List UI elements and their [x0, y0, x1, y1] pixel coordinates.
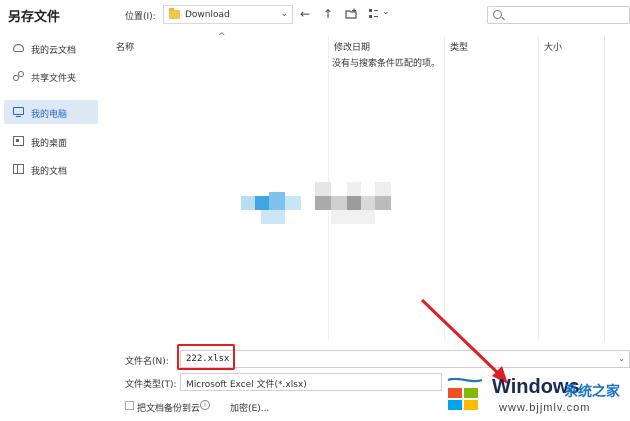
sidebar-item-my-documents[interactable]: 我的文档 [4, 157, 98, 181]
new-folder-button[interactable] [343, 5, 359, 23]
windows-logo-icon [447, 378, 483, 410]
watermark-url: www.bjjmlv.com [499, 402, 591, 414]
sidebar-item-label: 共享文件夹 [31, 74, 77, 84]
up-button[interactable]: ↑ [320, 5, 336, 23]
backup-to-cloud-label: 把文档备份到云 [137, 404, 201, 414]
filename-highlight-box [177, 344, 235, 370]
arrow-left-icon: ← [299, 7, 311, 21]
sidebar-item-label: 我的云文档 [31, 46, 77, 56]
vertical-scrollbar[interactable] [604, 36, 605, 341]
back-button[interactable]: ← [297, 5, 313, 23]
computer-icon [13, 107, 24, 118]
sidebar-item-my-computer[interactable]: 我的电脑 [4, 100, 98, 124]
view-mode-button[interactable]: ⌄ [368, 6, 392, 22]
chevron-down-icon[interactable]: ⌄ [618, 354, 625, 363]
encrypt-link[interactable]: 加密(E)... [230, 401, 269, 414]
sidebar: 我的云文档 共享文件夹 我的电脑 我的桌面 我的文档 [0, 32, 105, 421]
column-separator [538, 36, 539, 341]
share-icon [13, 71, 24, 81]
chevron-down-icon: ⌄ [382, 7, 390, 17]
list-view-icon [369, 9, 378, 18]
sort-ascending-icon: ^ [218, 32, 226, 42]
column-separator [444, 36, 445, 341]
blurred-loading-graphic [241, 182, 391, 224]
sidebar-item-label: 我的桌面 [31, 139, 68, 149]
dialog-title: 另存文件 [8, 10, 61, 25]
sidebar-item-label: 我的文档 [31, 167, 68, 177]
empty-message: 没有与搜索条件匹配的项。 [332, 59, 441, 69]
location-label: 位置(I): [125, 12, 156, 22]
folder-icon [169, 8, 180, 19]
info-icon[interactable]: i [200, 400, 210, 410]
column-header-type[interactable]: 类型 [450, 40, 468, 53]
desktop-icon [13, 136, 24, 146]
watermark-site-name: 系统之家 [564, 384, 620, 400]
column-header-modified[interactable]: 修改日期 [334, 40, 370, 53]
document-icon [13, 164, 24, 174]
search-input[interactable] [487, 6, 630, 24]
filetype-value: Microsoft Excel 文件(*.xlsx) [186, 380, 307, 390]
sidebar-item-cloud-docs[interactable]: 我的云文档 [4, 36, 98, 60]
location-dropdown[interactable]: Download ⌄ [163, 5, 293, 24]
chevron-down-icon: ⌄ [280, 9, 288, 19]
filename-label: 文件名(N): [125, 357, 169, 367]
cloud-icon [13, 44, 24, 52]
sidebar-item-label: 我的电脑 [31, 110, 68, 120]
sidebar-item-shared-folder[interactable]: 共享文件夹 [4, 64, 98, 88]
filetype-label: 文件类型(T): [125, 380, 177, 390]
search-icon [493, 10, 502, 19]
column-header-size[interactable]: 大小 [544, 40, 562, 53]
arrow-up-icon: ↑ [322, 7, 334, 21]
backup-to-cloud-checkbox[interactable] [125, 401, 134, 410]
column-header-name[interactable]: 名称 [116, 40, 134, 53]
filename-field[interactable]: ⌄ [180, 350, 630, 368]
location-value: Download [185, 10, 230, 20]
filetype-select[interactable]: Microsoft Excel 文件(*.xlsx) [180, 373, 442, 391]
filename-input[interactable] [181, 351, 629, 367]
sidebar-item-my-desktop[interactable]: 我的桌面 [4, 129, 98, 153]
new-folder-icon [345, 8, 357, 19]
